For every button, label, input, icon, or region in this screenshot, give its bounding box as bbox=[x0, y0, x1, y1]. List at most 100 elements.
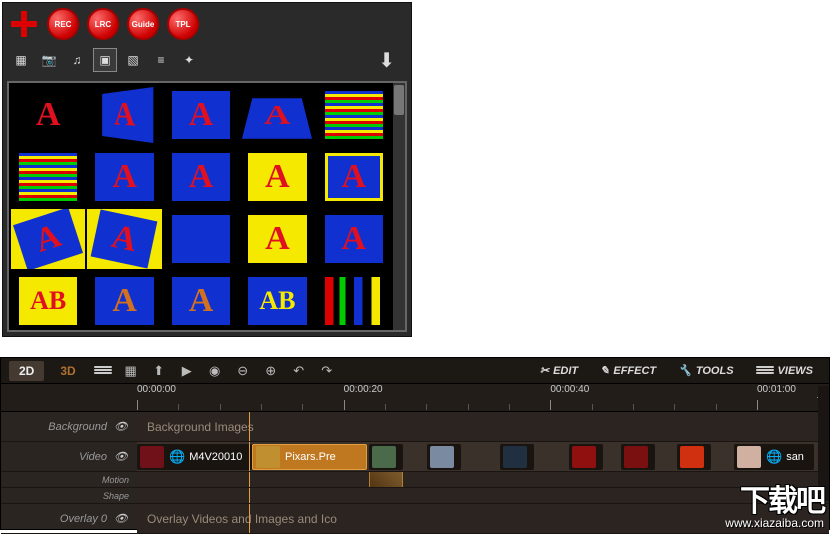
redo-icon[interactable]: ↷ bbox=[316, 361, 338, 381]
effect-thumbnail[interactable]: A bbox=[317, 147, 391, 207]
effect-thumbnail[interactable]: A bbox=[317, 209, 391, 269]
video-track: Video 👁 🌐 M4V20010 Pixars.Pre 🌐san bbox=[1, 442, 829, 472]
record-circle-icon[interactable]: ◉ bbox=[204, 361, 226, 381]
up-circle-icon[interactable]: ⬆ bbox=[148, 361, 170, 381]
clip-thumbnail bbox=[140, 446, 164, 468]
visibility-toggle-background[interactable]: 👁 bbox=[113, 419, 129, 435]
effect-thumbnail[interactable]: A bbox=[240, 85, 314, 145]
clip-name: M4V20010 bbox=[189, 451, 242, 463]
mode-2d-button[interactable]: 2D bbox=[9, 361, 44, 381]
effects-scroll-thumb[interactable] bbox=[394, 85, 404, 115]
effect-thumbnail[interactable]: AB bbox=[240, 271, 314, 331]
video-track-body[interactable]: 🌐 M4V20010 Pixars.Pre 🌐san bbox=[137, 442, 829, 471]
effect-thumbnail[interactable]: AB bbox=[11, 271, 85, 331]
effects-grid-container: AAAAAAAAAAAAAABAAAB bbox=[7, 81, 407, 332]
effect-thumbnail[interactable]: A bbox=[11, 85, 85, 145]
playhead[interactable] bbox=[249, 504, 250, 533]
globe-icon: 🌐 bbox=[169, 449, 185, 465]
motion-track-body[interactable]: ↖ bbox=[137, 472, 829, 487]
effect-thumbnail[interactable] bbox=[317, 271, 391, 331]
clip-thumbnail bbox=[680, 446, 704, 468]
effect-thumbnail[interactable]: A bbox=[164, 271, 238, 331]
playhead[interactable] bbox=[249, 472, 250, 487]
clip-thumbnail bbox=[430, 446, 454, 468]
tools-button[interactable]: 🔧TOOLS bbox=[670, 362, 741, 379]
overlay0-track: Overlay 0 👁 Overlay Videos and Images an… bbox=[1, 504, 829, 534]
playhead[interactable] bbox=[249, 442, 250, 471]
visibility-toggle-overlay0[interactable]: 👁 bbox=[113, 511, 129, 527]
camera-icon[interactable]: 📷 bbox=[37, 48, 61, 72]
video-clip[interactable]: 🌐san bbox=[734, 444, 814, 470]
effect-thumbnail[interactable]: A bbox=[87, 85, 161, 145]
effect-thumbnail[interactable] bbox=[11, 147, 85, 207]
effect-thumbnail[interactable]: A bbox=[87, 271, 161, 331]
effect-thumbnail[interactable]: A bbox=[87, 147, 161, 207]
overlay0-label: Overlay 0 bbox=[60, 513, 107, 525]
effects-scrollbar[interactable] bbox=[393, 83, 405, 330]
video-clip[interactable]: Pixars.Pre bbox=[252, 444, 367, 470]
background-track-body[interactable]: Background Images bbox=[137, 412, 829, 441]
cursor-icon: ↖ bbox=[355, 472, 370, 477]
playhead[interactable] bbox=[249, 412, 250, 441]
download-icon[interactable]: ⬇ bbox=[378, 48, 395, 73]
edit-tool-button[interactable]: ✂EDIT bbox=[532, 362, 586, 379]
mode-3d-button[interactable]: 3D bbox=[50, 361, 85, 381]
timeline-toolbar: 2D 3D ▦ ⬆ ▶ ◉ ⊖ ⊕ ↶ ↷ ✂EDIT ✎EFFECT 🔧TOO… bbox=[1, 358, 829, 384]
video-clip[interactable] bbox=[569, 444, 603, 470]
views-button[interactable]: VIEWS bbox=[748, 363, 821, 379]
effect-thumbnail[interactable]: A bbox=[11, 209, 85, 269]
puzzle-icon[interactable]: ✦ bbox=[177, 48, 201, 72]
music-icon[interactable]: ♫ bbox=[65, 48, 89, 72]
effects-grid[interactable]: AAAAAAAAAAAAAABAAAB bbox=[9, 83, 393, 330]
zoom-in-icon[interactable]: ⊕ bbox=[260, 361, 282, 381]
effect-thumbnail[interactable]: A bbox=[240, 147, 314, 207]
play-icon[interactable]: ▶ bbox=[176, 361, 198, 381]
zoom-out-icon[interactable]: ⊖ bbox=[232, 361, 254, 381]
image-icon[interactable]: ▧ bbox=[121, 48, 145, 72]
video-label: Video bbox=[79, 451, 107, 463]
ruler-tick: 00:00:40 bbox=[550, 384, 589, 395]
clip-thumbnail bbox=[624, 446, 648, 468]
visibility-toggle-video[interactable]: 👁 bbox=[113, 449, 129, 465]
effect-thumbnail[interactable]: A bbox=[164, 209, 238, 269]
video-clip[interactable] bbox=[621, 444, 655, 470]
video-clip[interactable] bbox=[500, 444, 534, 470]
clip-thumbnail bbox=[372, 446, 396, 468]
clip-drag-ghost[interactable] bbox=[369, 472, 403, 487]
playhead[interactable] bbox=[249, 488, 250, 503]
effect-thumbnail[interactable]: A bbox=[240, 209, 314, 269]
effect-thumbnail[interactable]: A bbox=[164, 147, 238, 207]
timeline-tracks: Background 👁 Background Images Video 👁 🌐… bbox=[1, 412, 829, 534]
effect-thumbnail[interactable]: A bbox=[164, 85, 238, 145]
add-icon[interactable] bbox=[9, 9, 39, 39]
overlay0-track-header: Overlay 0 👁 bbox=[1, 511, 137, 527]
timeline-scrollbar[interactable] bbox=[818, 386, 829, 501]
video-clip[interactable] bbox=[427, 444, 461, 470]
shape-label: Shape bbox=[103, 491, 129, 501]
undo-icon[interactable]: ↶ bbox=[288, 361, 310, 381]
effect-icon[interactable]: ▣ bbox=[93, 48, 117, 72]
lrc-button[interactable]: LRC bbox=[87, 8, 119, 40]
shape-track-body[interactable] bbox=[137, 488, 829, 503]
film-icon[interactable]: ▦ bbox=[9, 48, 33, 72]
guide-button[interactable]: Guide bbox=[127, 8, 159, 40]
effect-tool-button[interactable]: ✎EFFECT bbox=[592, 362, 664, 379]
motion-track-header: Motion bbox=[1, 475, 137, 485]
menu-icon[interactable] bbox=[92, 361, 114, 381]
video-clip[interactable]: 🌐 M4V20010 bbox=[137, 444, 252, 470]
text-icon[interactable]: ≡ bbox=[149, 48, 173, 72]
motion-label: Motion bbox=[102, 475, 129, 485]
shape-track-header: Shape bbox=[1, 491, 137, 501]
overlay0-track-body[interactable]: Overlay Videos and Images and Ico bbox=[137, 504, 829, 533]
record-button[interactable]: REC bbox=[47, 8, 79, 40]
background-track: Background 👁 Background Images bbox=[1, 412, 829, 442]
background-track-header: Background 👁 bbox=[1, 419, 137, 435]
effect-thumbnail[interactable]: A bbox=[87, 209, 161, 269]
video-clip[interactable] bbox=[677, 444, 711, 470]
grid-icon[interactable]: ▦ bbox=[120, 361, 142, 381]
tpl-button[interactable]: TPL bbox=[167, 8, 199, 40]
timeline-ruler[interactable]: 00:00:0000:00:2000:00:4000:01:00 bbox=[1, 384, 829, 412]
effect-thumbnail[interactable] bbox=[317, 85, 391, 145]
video-clip[interactable] bbox=[369, 444, 403, 470]
shape-track: Shape bbox=[1, 488, 829, 504]
